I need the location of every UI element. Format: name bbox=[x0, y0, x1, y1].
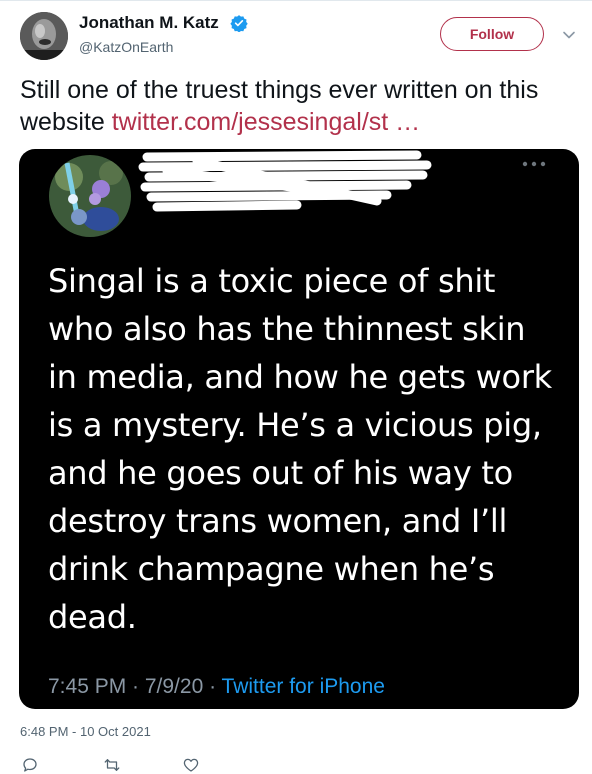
tweet-link[interactable]: twitter.com/jessesingal/st … bbox=[112, 108, 420, 136]
quoted-source-link[interactable]: Twitter for iPhone bbox=[222, 675, 385, 698]
follow-button[interactable]: Follow bbox=[440, 17, 544, 51]
chevron-down-icon[interactable] bbox=[561, 27, 577, 43]
quoted-avatar bbox=[49, 155, 131, 237]
quoted-tweet-card[interactable]: Singal is a toxic piece of shit who also… bbox=[19, 149, 579, 709]
reply-icon[interactable] bbox=[21, 756, 39, 774]
author-name[interactable]: Jonathan M. Katz bbox=[79, 13, 219, 33]
tweet-body: Still one of the truest things ever writ… bbox=[20, 74, 572, 138]
quoted-tweet-meta: 7:45 PM · 7/9/20 · Twitter for iPhone bbox=[48, 675, 385, 699]
author-handle[interactable]: @KatzOnEarth bbox=[79, 39, 173, 55]
quoted-time: 7:45 PM · 7/9/20 · bbox=[48, 675, 222, 698]
author-avatar[interactable] bbox=[20, 12, 68, 60]
retweet-icon[interactable] bbox=[103, 756, 121, 774]
more-dots-icon[interactable] bbox=[519, 159, 549, 169]
verified-badge-icon bbox=[230, 15, 248, 32]
like-icon[interactable] bbox=[182, 756, 200, 774]
tweet-timestamp[interactable]: 6:48 PM - 10 Oct 2021 bbox=[20, 724, 151, 739]
tweet-actions bbox=[0, 752, 592, 774]
tweet-header: Jonathan M. Katz @KatzOnEarth Follow bbox=[0, 0, 592, 70]
redacted-name-scribble bbox=[138, 150, 432, 212]
quoted-tweet-text: Singal is a toxic piece of shit who also… bbox=[48, 262, 552, 636]
